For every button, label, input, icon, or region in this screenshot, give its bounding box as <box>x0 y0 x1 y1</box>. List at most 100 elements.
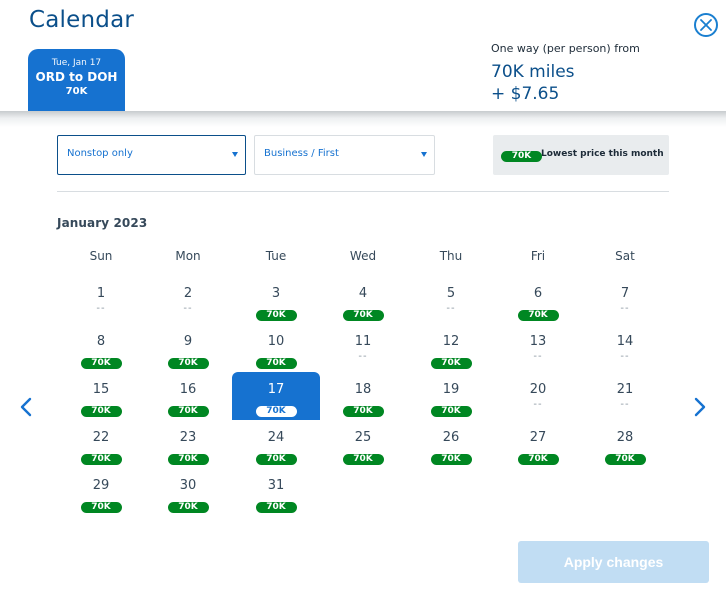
day-cell-5[interactable]: 5 -- <box>407 276 495 324</box>
day-cell-18[interactable]: 18 70K <box>319 372 407 420</box>
day-cell-2[interactable]: 2 -- <box>144 276 232 324</box>
day-number: 8 <box>96 334 106 349</box>
day-price-pill: 70K <box>517 310 559 321</box>
close-icon <box>700 19 712 31</box>
weekday-wed: Wed <box>349 249 377 263</box>
day-cell-25[interactable]: 25 70K <box>319 420 407 468</box>
divider <box>57 191 669 192</box>
day-price-pill: 70K <box>255 310 297 321</box>
header-shadow <box>0 111 726 127</box>
stops-select[interactable]: Nonstop only <box>57 135 246 175</box>
day-number: 5 <box>446 286 456 301</box>
lowest-price-legend: 70K Lowest price this month <box>493 135 669 175</box>
day-no-price: -- <box>96 303 106 314</box>
weekday-sat: Sat <box>615 249 635 263</box>
day-number: 4 <box>358 286 368 301</box>
day-price-pill: 70K <box>430 358 472 369</box>
chevron-left-icon <box>20 397 32 417</box>
day-number: 17 <box>267 382 285 397</box>
day-number: 26 <box>442 430 460 445</box>
day-number: 2 <box>183 286 193 301</box>
day-cell-14[interactable]: 14 -- <box>581 324 669 372</box>
day-cell-8[interactable]: 8 70K <box>57 324 145 372</box>
apply-changes-button[interactable]: Apply changes <box>518 541 709 583</box>
day-cell-6[interactable]: 6 70K <box>494 276 582 324</box>
day-number: 27 <box>529 430 547 445</box>
day-price-pill: 70K <box>255 454 297 465</box>
day-number: 24 <box>267 430 285 445</box>
legend-text: Lowest price this month <box>541 149 664 159</box>
day-number: 15 <box>92 382 110 397</box>
day-number: 11 <box>354 334 372 349</box>
day-cell-17[interactable]: 17 70K <box>232 372 320 420</box>
day-number: 30 <box>179 478 197 493</box>
day-number: 7 <box>620 286 630 301</box>
day-no-price: -- <box>358 351 368 362</box>
day-no-price: -- <box>620 399 630 410</box>
day-number: 28 <box>616 430 634 445</box>
day-cell-23[interactable]: 23 70K <box>144 420 232 468</box>
day-price-pill: 70K <box>167 358 209 369</box>
day-cell-19[interactable]: 19 70K <box>407 372 495 420</box>
day-cell-27[interactable]: 27 70K <box>494 420 582 468</box>
day-cell-10[interactable]: 10 70K <box>232 324 320 372</box>
day-number: 31 <box>267 478 285 493</box>
day-cell-28[interactable]: 28 70K <box>581 420 669 468</box>
day-cell-11[interactable]: 11 -- <box>319 324 407 372</box>
day-price-pill: 70K <box>255 358 297 369</box>
calendar-header: Calendar Tue, Jan 17 ORD to DOH 70K One … <box>0 0 726 111</box>
day-number: 29 <box>92 478 110 493</box>
day-no-price: -- <box>620 303 630 314</box>
day-number: 22 <box>92 430 110 445</box>
day-number: 25 <box>354 430 372 445</box>
flight-tab-ord-doh[interactable]: Tue, Jan 17 ORD to DOH 70K <box>28 49 125 111</box>
weekday-tue: Tue <box>265 249 287 263</box>
weekday-mon: Mon <box>175 249 201 263</box>
day-cell-22[interactable]: 22 70K <box>57 420 145 468</box>
day-number: 19 <box>442 382 460 397</box>
day-no-price: -- <box>533 351 543 362</box>
day-cell-13[interactable]: 13 -- <box>494 324 582 372</box>
day-cell-12[interactable]: 12 70K <box>407 324 495 372</box>
day-price-pill: 70K <box>255 406 297 417</box>
day-number: 6 <box>533 286 543 301</box>
day-cell-30[interactable]: 30 70K <box>144 468 232 516</box>
close-button[interactable] <box>694 13 718 37</box>
cabin-select[interactable]: Business / First <box>254 135 435 175</box>
day-no-price: -- <box>183 303 193 314</box>
day-price-pill: 70K <box>255 502 297 513</box>
day-price-pill: 70K <box>517 454 559 465</box>
day-price-pill: 70K <box>167 406 209 417</box>
weekday-sun: Sun <box>89 249 113 263</box>
day-cell-9[interactable]: 9 70K <box>144 324 232 372</box>
fare-summary: One way (per person) from 70K miles + $7… <box>491 42 640 104</box>
day-cell-1[interactable]: 1 -- <box>57 276 145 324</box>
day-number: 16 <box>179 382 197 397</box>
day-cell-29[interactable]: 29 70K <box>57 468 145 516</box>
day-cell-31[interactable]: 31 70K <box>232 468 320 516</box>
day-cell-4[interactable]: 4 70K <box>319 276 407 324</box>
previous-month-button[interactable] <box>16 395 36 419</box>
page-title: Calendar <box>29 7 135 33</box>
day-cell-21[interactable]: 21 -- <box>581 372 669 420</box>
day-cell-20[interactable]: 20 -- <box>494 372 582 420</box>
flight-tab-price: 70K <box>65 86 88 97</box>
day-cell-24[interactable]: 24 70K <box>232 420 320 468</box>
day-number: 14 <box>616 334 634 349</box>
chevron-right-icon <box>694 397 706 417</box>
day-price-pill: 70K <box>80 454 122 465</box>
day-number: 21 <box>616 382 634 397</box>
flight-tab-date: Tue, Jan 17 <box>51 58 102 68</box>
day-price-pill: 70K <box>430 454 472 465</box>
stops-select-value: Nonstop only <box>67 148 133 159</box>
day-cell-3[interactable]: 3 70K <box>232 276 320 324</box>
day-number: 23 <box>179 430 197 445</box>
day-number: 12 <box>442 334 460 349</box>
day-number: 10 <box>267 334 285 349</box>
day-cell-16[interactable]: 16 70K <box>144 372 232 420</box>
next-month-button[interactable] <box>690 395 710 419</box>
day-cell-26[interactable]: 26 70K <box>407 420 495 468</box>
day-cell-15[interactable]: 15 70K <box>57 372 145 420</box>
day-number: 3 <box>271 286 281 301</box>
day-cell-7[interactable]: 7 -- <box>581 276 669 324</box>
